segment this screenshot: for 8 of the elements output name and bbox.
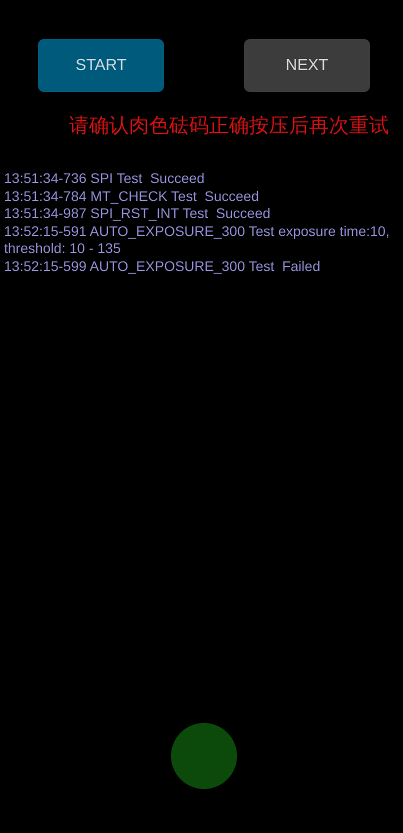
log-line: 13:51:34-736 SPI Test Succeed: [4, 170, 206, 188]
log-line: 13:51:34-987 SPI_RST_INT Test Succeed: [4, 205, 272, 222]
next-button[interactable]: NEXT: [244, 39, 370, 92]
log-line: 13:52:15-599 AUTO_EXPOSURE_300 Test Failed: [4, 258, 322, 275]
start-button[interactable]: START: [38, 39, 164, 92]
log-line: 13:52:15-591 AUTO_EXPOSURE_300 Test exposure time:10, threshold: 10 - 135: [4, 222, 390, 258]
warning-message: 请确认肉色砝码正确按压后再次重试: [68, 112, 390, 139]
log-line: 13:51:34-784 MT_CHECK Test Succeed: [4, 188, 260, 205]
